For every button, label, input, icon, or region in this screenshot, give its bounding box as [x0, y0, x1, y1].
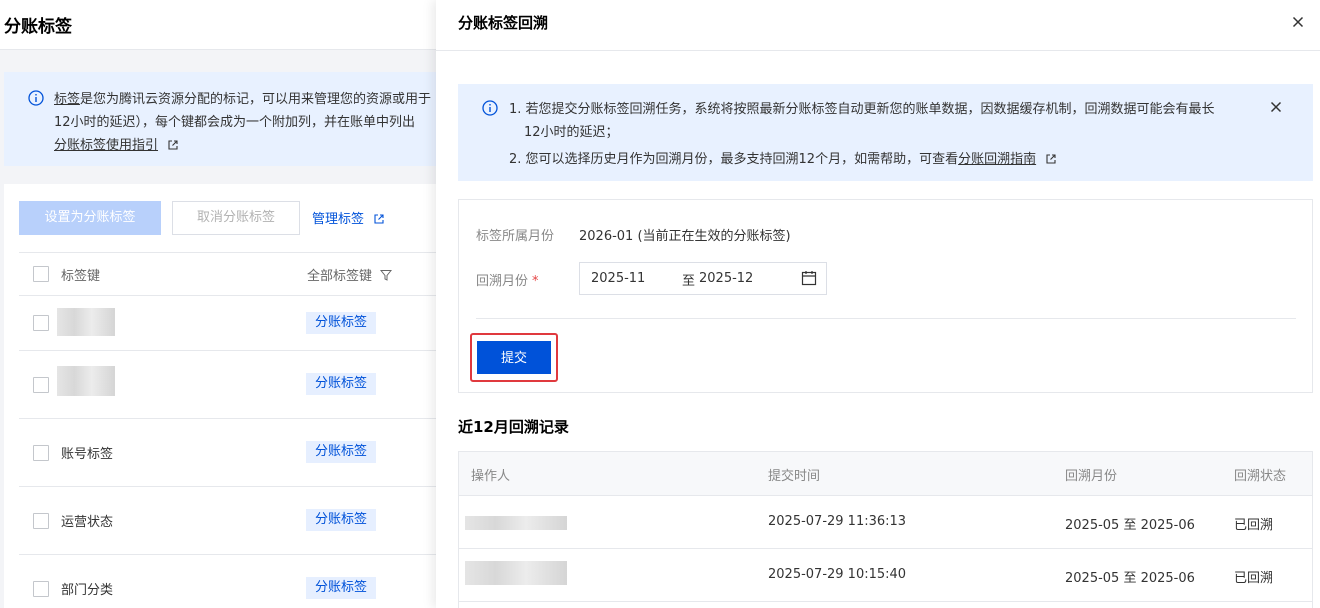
row-checkbox[interactable]	[33, 513, 49, 529]
alert-line-1b: 12小时的延迟；	[524, 125, 619, 140]
row-key: 部门分类	[61, 583, 114, 598]
submit-time: 2025-07-29 11:36:13	[768, 514, 907, 529]
table-row: 部门分类 分账标签	[19, 555, 444, 608]
row-checkbox[interactable]	[33, 377, 49, 393]
status-badge: 分账标签	[306, 373, 377, 395]
row-checkbox[interactable]	[33, 581, 49, 597]
info-alert: 1. 若您提交分账标签回溯任务，系统将按照最新分账标签自动更新您的账单数据，因数…	[458, 84, 1313, 181]
set-tag-button[interactable]: 设置为分账标签	[19, 201, 161, 235]
status-badge: 分账标签	[306, 441, 377, 463]
table-row: 分账标签	[19, 351, 444, 419]
backtrack-form: 标签所属月份 2026-01 (当前正在生效的分账标签) 回溯月份 * 2025-…	[458, 199, 1313, 393]
guide-link[interactable]: 分账标签使用指引	[54, 138, 158, 153]
row-checkbox[interactable]	[33, 315, 49, 331]
redacted-key	[57, 308, 115, 336]
alert-line-1: 1. 若您提交分账标签回溯任务，系统将按照最新分账标签自动更新您的账单数据，因数…	[509, 102, 1215, 117]
month-label: 标签所属月份	[476, 229, 555, 244]
drawer-header: 分账标签回溯	[436, 0, 1320, 51]
row-key: 账号标签	[61, 447, 114, 462]
page-notice: 标签是您为腾讯云资源分配的标记，可以用来管理您的资源或用于 12小时的延迟），每…	[4, 72, 444, 166]
select-all-checkbox[interactable]	[33, 266, 49, 282]
table-row: 2025-07-29 10:15:40 2025-05 至 2025-06 已回…	[459, 549, 1312, 602]
backtrack-months: 2025-05 至 2025-06	[1065, 571, 1195, 586]
info-icon	[482, 100, 498, 120]
status-badge: 分账标签	[306, 577, 377, 599]
backtrack-months: 2025-05 至 2025-06	[1065, 518, 1195, 533]
cancel-tag-button[interactable]: 取消分账标签	[172, 201, 300, 235]
table-header: 标签键 全部标签键	[19, 252, 444, 296]
range-label: 回溯月份 *	[476, 274, 539, 289]
redacted-operator	[465, 561, 567, 585]
submit-button[interactable]: 提交	[477, 341, 551, 374]
close-icon[interactable]	[1290, 14, 1306, 30]
submit-time: 2025-07-29 10:15:40	[768, 567, 907, 582]
alert-line-2: 2. 您可以选择历史月作为回溯月份，最多支持回溯12个月，如需帮助，可查看分账回…	[509, 148, 1056, 167]
external-link-icon	[1046, 153, 1056, 164]
submit-highlight: 提交	[470, 333, 558, 382]
redacted-key	[57, 366, 115, 396]
tag-link[interactable]: 标签	[54, 92, 80, 107]
row-checkbox[interactable]	[33, 445, 49, 461]
drawer-title: 分账标签回溯	[458, 14, 549, 32]
col-tag-key: 标签键	[61, 269, 101, 284]
page-title: 分账标签	[4, 17, 72, 37]
backtrack-drawer: 分账标签回溯 1. 若您提交分账标签回溯任务，系统将按照最新分账标签自动更新您的…	[436, 0, 1320, 608]
required-mark: *	[532, 274, 539, 289]
range-end[interactable]: 2025-12	[699, 271, 753, 286]
table-row: 运营状态 分账标签	[19, 487, 444, 555]
records-title: 近12月回溯记录	[458, 418, 569, 436]
month-range-picker[interactable]: 2025-11 至 2025-12	[579, 262, 827, 295]
range-separator: 至	[682, 274, 696, 289]
col-submit-time: 提交时间	[768, 469, 821, 484]
alert-close-icon[interactable]	[1269, 100, 1283, 114]
filter-icon[interactable]	[376, 269, 393, 284]
month-value: 2026-01 (当前正在生效的分账标签)	[579, 229, 791, 244]
external-link-icon	[168, 139, 178, 150]
table-row: 2025-07-29 11:36:13 2025-05 至 2025-06 已回…	[459, 496, 1312, 549]
col-status: 回溯状态	[1234, 469, 1287, 484]
external-link-icon	[374, 213, 384, 224]
tag-panel: 设置为分账标签 取消分账标签 管理标签 标签键 全部标签键 分账标签 分账标签	[4, 184, 444, 608]
redacted-operator	[465, 516, 567, 530]
col-operator: 操作人	[471, 469, 511, 484]
col-months: 回溯月份	[1065, 469, 1118, 484]
table-row: 分账标签	[19, 296, 444, 351]
table-row: 账号标签 分账标签	[19, 419, 444, 487]
status-badge: 分账标签	[306, 312, 377, 334]
range-start[interactable]: 2025-11	[591, 271, 645, 286]
row-key: 运营状态	[61, 515, 114, 530]
manage-tags-link[interactable]: 管理标签	[312, 208, 384, 227]
col-all-tag-keys[interactable]: 全部标签键	[307, 265, 393, 284]
records-header: 操作人 提交时间 回溯月份 回溯状态	[459, 452, 1312, 496]
form-divider	[476, 318, 1296, 319]
status-badge: 分账标签	[306, 509, 377, 531]
info-icon	[28, 90, 44, 110]
backtrack-guide-link[interactable]: 分账回溯指南	[958, 152, 1036, 167]
page-header: 分账标签	[0, 0, 440, 50]
status-text: 已回溯	[1234, 518, 1274, 533]
calendar-icon[interactable]	[801, 270, 817, 290]
status-text: 已回溯	[1234, 571, 1274, 586]
records-table: 操作人 提交时间 回溯月份 回溯状态 2025-07-29 11:36:13 2…	[458, 451, 1313, 608]
